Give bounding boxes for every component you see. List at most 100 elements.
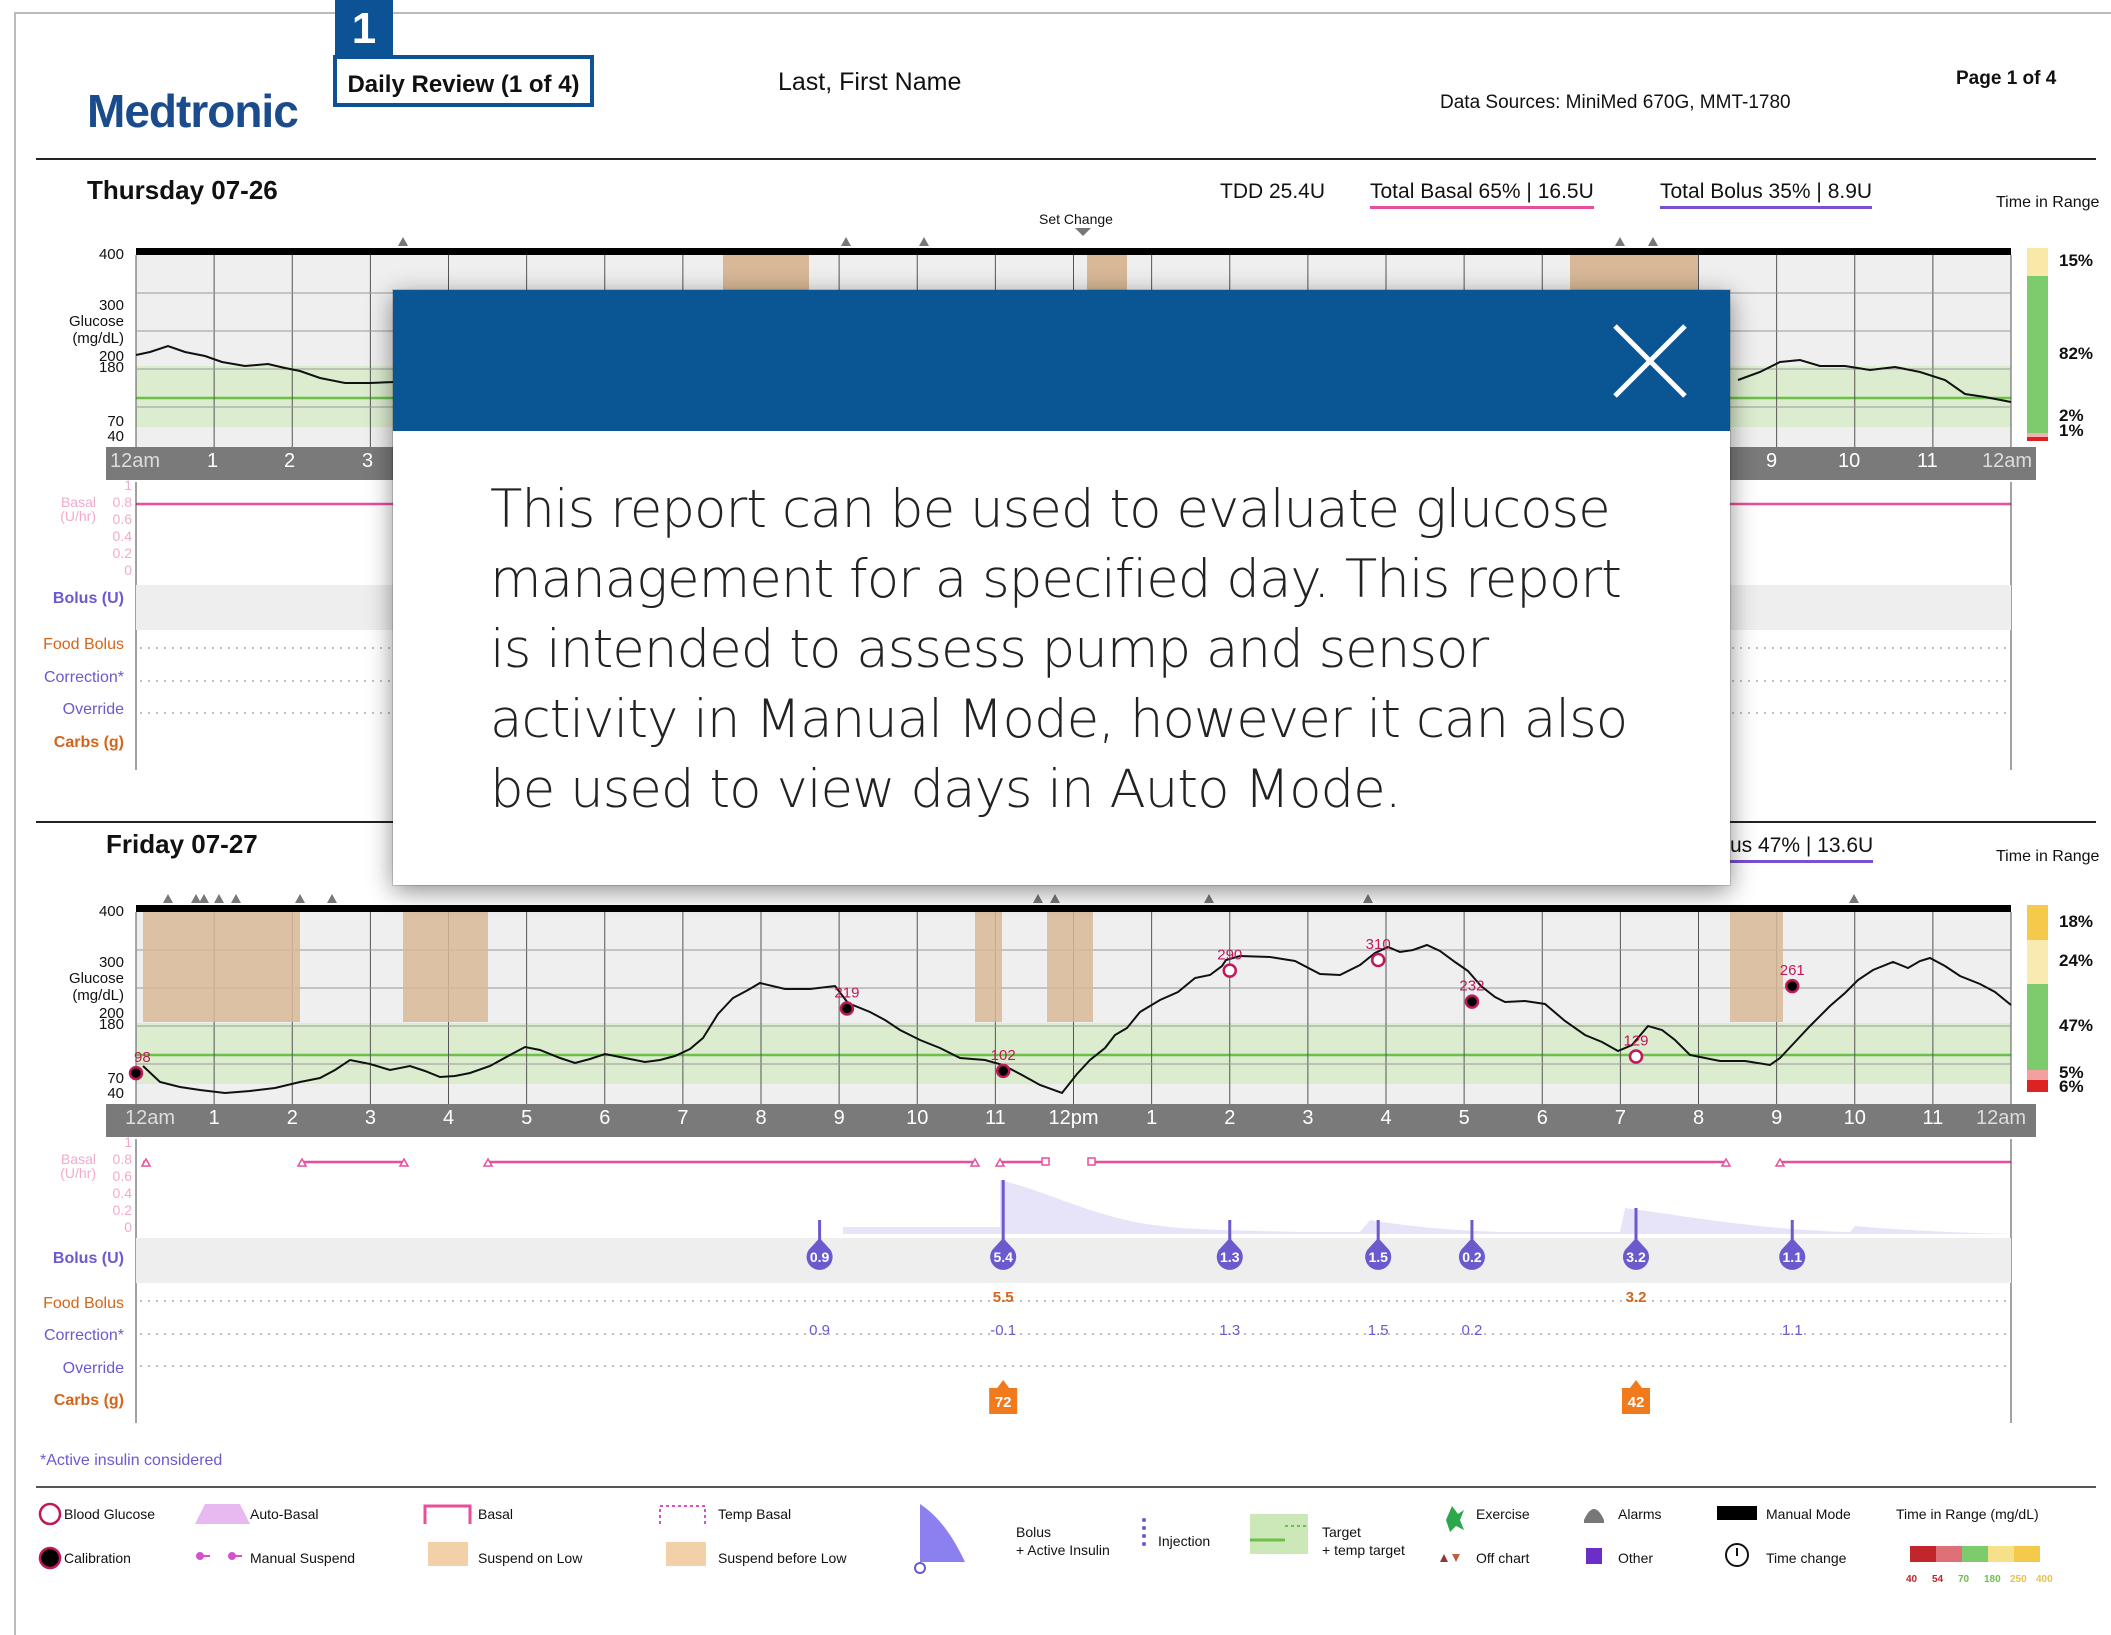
d2-hour-18: 6 — [1536, 1107, 1548, 1129]
legend-injection: Injection — [1158, 1533, 1211, 1549]
modal-message: This report can be used to evaluate gluc… — [490, 479, 1628, 820]
d2-hour-11: 11 — [984, 1107, 1006, 1129]
d2-tir-very-low: 6% — [2059, 1077, 2084, 1096]
bg-reading-mark — [1628, 1049, 1644, 1064]
correction-value: -0.1 — [990, 1322, 1017, 1339]
d2-hour-5: 5 — [521, 1107, 533, 1129]
d2-hour-15: 3 — [1302, 1107, 1314, 1129]
d2-tick-400: 400 — [98, 903, 124, 920]
info-modal: This report can be used to evaluate gluc… — [393, 290, 1730, 885]
correction-value: 0.9 — [809, 1322, 831, 1339]
legend-tir-tick: 180 — [1984, 1574, 2001, 1585]
bg-reading-mark — [128, 1065, 144, 1081]
legend-temp-target: + temp target — [1322, 1542, 1405, 1558]
d2-carbs-label: Carbs (g) — [53, 1392, 124, 1409]
legend-suspend-on-low: Suspend on Low — [478, 1550, 583, 1566]
legend-tir-tick: 70 — [1958, 1574, 1970, 1585]
legend-blood-glucose: Blood Glucose — [64, 1506, 156, 1522]
bg-reading-label: 219 — [834, 985, 859, 1002]
d2-hour-2: 2 — [286, 1107, 298, 1129]
legend-calibration: Calibration — [64, 1550, 131, 1566]
bolus-value: 3.2 — [1626, 1249, 1646, 1265]
d2-hour-23: 11 — [1922, 1107, 1944, 1129]
bg-reading-mark — [1464, 994, 1480, 1009]
legend-divider — [36, 1486, 2096, 1488]
d2-override-label: Override — [62, 1360, 124, 1377]
d2-hour-13: 1 — [1146, 1107, 1158, 1129]
bg-reading-mark — [839, 1001, 855, 1016]
d2-hour-3: 3 — [364, 1107, 376, 1129]
bolus-value: 1.1 — [1783, 1249, 1803, 1265]
d2-hour-22: 10 — [1843, 1107, 1866, 1129]
food-bolus-value: 3.2 — [1625, 1289, 1647, 1306]
d2-hour-21: 9 — [1771, 1107, 1783, 1129]
bolus-value: 0.9 — [810, 1249, 830, 1265]
d2-hour-0: 12am — [124, 1107, 176, 1129]
footnote: *Active insulin considered — [40, 1452, 223, 1469]
d2-hour-8: 8 — [755, 1107, 767, 1129]
bg-reading-mark — [995, 1063, 1011, 1079]
legend-off-chart: Off chart — [1476, 1550, 1530, 1566]
correction-value: 1.3 — [1219, 1322, 1241, 1339]
d2-basal-tick-1: 1 — [124, 1134, 132, 1150]
bg-reading-label: 310 — [1366, 936, 1391, 953]
legend-suspend-before-low: Suspend before Low — [718, 1550, 847, 1566]
d2-hour-14: 2 — [1224, 1107, 1236, 1129]
d2-hour-7: 7 — [677, 1107, 689, 1129]
correction-value: 1.5 — [1367, 1322, 1389, 1339]
modal-header — [393, 290, 1730, 431]
d2-basal-tick-06: 0.6 — [112, 1168, 132, 1184]
bolus-value: 1.5 — [1368, 1249, 1388, 1265]
d2-hour-1: 1 — [208, 1107, 220, 1129]
bg-reading-label: 261 — [1780, 962, 1805, 979]
d2-food-bolus-label: Food Bolus — [43, 1295, 124, 1312]
legend-active-insulin: + Active Insulin — [1016, 1542, 1110, 1558]
legend-tir-tick: 40 — [1906, 1574, 1918, 1585]
legend-alarms: Alarms — [1618, 1506, 1662, 1522]
legend-bolus: Bolus — [1016, 1524, 1052, 1540]
d2-tick-180: 180 — [98, 1016, 124, 1033]
d2-tick-300: 300 — [98, 954, 124, 971]
d2-tick-40: 40 — [107, 1085, 124, 1102]
close-icon[interactable] — [1611, 322, 1689, 400]
bg-reading-mark — [1222, 963, 1237, 978]
legend-basal: Basal — [478, 1506, 514, 1522]
bg-reading-label: 102 — [991, 1047, 1016, 1064]
bg-reading-label: 232 — [1459, 978, 1484, 995]
legend-tir-tick: 250 — [2010, 1574, 2027, 1585]
bolus-value: 1.3 — [1220, 1249, 1240, 1265]
legend-time-change: Time change — [1766, 1550, 1847, 1566]
d2-correction-label: Correction* — [43, 1327, 124, 1344]
legend-tir-tick: 400 — [2036, 1574, 2053, 1585]
legend-auto-basal: Auto-Basal — [250, 1506, 319, 1522]
d2-tir-high: 24% — [2059, 951, 2094, 970]
d2-glucose-label: Glucose — [68, 970, 124, 987]
d2-hour-4: 4 — [442, 1107, 455, 1129]
d2-tir-very-high: 18% — [2059, 912, 2094, 931]
d2-basal-tick-02: 0.2 — [112, 1202, 132, 1218]
d2-hour-6: 6 — [599, 1107, 611, 1129]
legend-tir-tick: 54 — [1932, 1574, 1944, 1585]
legend-manual-mode: Manual Mode — [1766, 1506, 1851, 1522]
correction-value: 0.2 — [1461, 1322, 1483, 1339]
d2-hour-17: 5 — [1458, 1107, 1470, 1129]
legend-temp-basal: Temp Basal — [718, 1506, 792, 1522]
bolus-value: 5.4 — [993, 1249, 1013, 1265]
bg-reading-label: 98 — [134, 1049, 151, 1066]
food-bolus-value: 5.5 — [992, 1289, 1014, 1306]
bg-reading-label: 290 — [1217, 947, 1242, 964]
bg-reading-mark — [1370, 952, 1386, 968]
d2-hour-12: 12pm — [1048, 1107, 1099, 1129]
legend-other: Other — [1618, 1550, 1654, 1566]
carb-value: 42 — [1628, 1394, 1645, 1411]
d2-basal-tick-08: 0.8 — [112, 1151, 132, 1167]
d2-bolus-label: Bolus (U) — [52, 1250, 124, 1267]
legend-exercise: Exercise — [1476, 1506, 1530, 1522]
d2-glucose-unit: (mg/dL) — [72, 987, 124, 1004]
d2-hour-9: 9 — [833, 1107, 845, 1129]
d2-hour-19: 7 — [1614, 1107, 1626, 1129]
bg-reading-label: 129 — [1623, 1033, 1648, 1050]
correction-value: 1.1 — [1781, 1322, 1803, 1339]
carb-value: 72 — [995, 1394, 1012, 1411]
d2-tir-in-range: 47% — [2059, 1016, 2094, 1035]
